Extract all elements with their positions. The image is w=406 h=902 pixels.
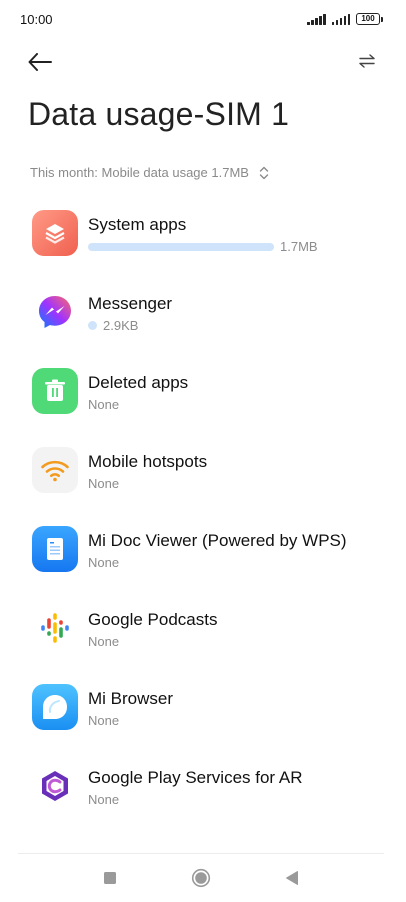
usage-value: None xyxy=(88,476,120,491)
app-name: Google Podcasts xyxy=(88,610,218,629)
app-usage: None xyxy=(88,397,119,412)
home-button[interactable] xyxy=(191,868,211,888)
system-apps-icon xyxy=(32,210,78,256)
trash-icon xyxy=(32,368,78,414)
app-name: Mobile hotspots xyxy=(88,452,208,471)
app-usage: None xyxy=(88,792,119,807)
recents-square-icon xyxy=(104,872,116,884)
app-row-google-play-services-ar[interactable]: Google Play Services for AR None xyxy=(0,748,406,827)
usage-value: None xyxy=(88,397,120,412)
signal-icon xyxy=(331,14,350,25)
app-row-messenger[interactable]: Messenger 2.9KB xyxy=(0,274,406,353)
app-row-google-podcasts[interactable]: Google Podcasts None xyxy=(0,590,406,669)
app-name: Mi Doc Viewer (Powered by WPS) xyxy=(88,531,347,550)
messenger-icon xyxy=(32,289,78,335)
usage-summary[interactable]: This month: Mobile data usage 1.7MB xyxy=(30,165,269,180)
app-usage: None xyxy=(88,634,119,649)
app-name: Google Play Services for AR xyxy=(88,768,303,787)
browser-icon xyxy=(32,684,78,730)
app-row-deleted-apps[interactable]: Deleted apps None xyxy=(0,353,406,432)
app-row-mobile-hotspots[interactable]: Mobile hotspots None xyxy=(0,432,406,511)
usage-value: None xyxy=(88,555,120,570)
doc-viewer-icon xyxy=(32,526,78,572)
back-triangle-icon xyxy=(286,871,298,885)
app-usage: 1.7MB xyxy=(88,239,318,254)
system-nav-bar xyxy=(0,862,406,894)
app-name: Mi Browser xyxy=(88,689,174,708)
nav-divider xyxy=(18,853,384,854)
usage-value: 1.7MB xyxy=(280,239,318,254)
status-time: 10:00 xyxy=(20,12,53,27)
swap-icon xyxy=(359,54,375,68)
usage-value: None xyxy=(88,713,120,728)
usage-value: None xyxy=(88,792,120,807)
nav-back-button[interactable] xyxy=(282,868,302,888)
app-row-system-apps[interactable]: System apps 1.7MB xyxy=(0,195,406,274)
page-title: Data usage-SIM 1 xyxy=(28,96,290,132)
app-name: System apps xyxy=(88,215,187,234)
app-usage: None xyxy=(88,476,119,491)
back-button[interactable] xyxy=(24,46,56,78)
swap-sim-button[interactable] xyxy=(356,50,378,72)
podcasts-icon xyxy=(32,605,78,651)
back-arrow-icon xyxy=(28,53,52,71)
app-row-mi-doc-viewer[interactable]: Mi Doc Viewer (Powered by WPS) None xyxy=(0,511,406,590)
app-name: Deleted apps xyxy=(88,373,189,392)
usage-bar xyxy=(88,242,274,251)
usage-summary-text: This month: Mobile data usage 1.7MB xyxy=(30,165,249,180)
app-usage: None xyxy=(88,555,119,570)
app-usage-list: System apps 1.7MB Messenger 2.9KB Delete… xyxy=(0,195,406,827)
usage-value: 2.9KB xyxy=(103,318,139,333)
app-usage: 2.9KB xyxy=(88,318,138,333)
recents-button[interactable] xyxy=(100,868,120,888)
wifi-hotspot-icon xyxy=(32,447,78,493)
usage-value: None xyxy=(88,634,120,649)
play-services-ar-icon xyxy=(32,763,78,809)
app-usage: None xyxy=(88,713,119,728)
sort-toggle-icon[interactable] xyxy=(259,166,269,180)
app-name: Messenger xyxy=(88,294,173,313)
usage-dot xyxy=(88,321,97,330)
status-icons: 100 xyxy=(307,13,383,25)
status-bar: 10:00 100 xyxy=(0,0,406,40)
signal-icon xyxy=(307,14,326,25)
battery-icon: 100 xyxy=(356,13,383,25)
home-circle-icon xyxy=(191,868,211,888)
app-row-mi-browser[interactable]: Mi Browser None xyxy=(0,669,406,748)
